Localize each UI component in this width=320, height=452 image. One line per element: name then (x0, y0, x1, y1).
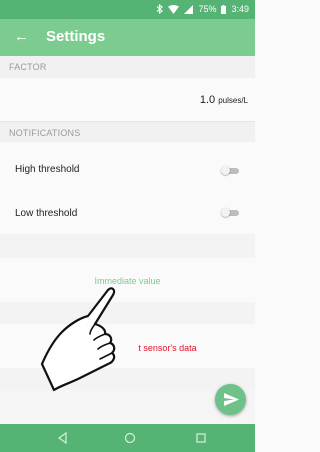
cell-signal-icon (184, 4, 194, 14)
factor-value: 1.0 pulses/L (200, 94, 248, 106)
toggle-thumb (221, 166, 230, 175)
triangle-back-icon[interactable] (55, 430, 71, 446)
status-bar: 75% 3:49 (0, 0, 255, 19)
high-threshold-toggle[interactable] (221, 166, 240, 175)
battery-icon (221, 4, 227, 14)
pointing-hand-icon (40, 287, 116, 392)
toggle-thumb (221, 208, 230, 217)
back-arrow-icon[interactable]: ← (14, 28, 29, 45)
send-fab-button[interactable] (215, 384, 246, 415)
factor-row[interactable]: 1.0 pulses/L (0, 78, 255, 122)
high-threshold-label: High threshold (15, 164, 80, 175)
bluetooth-icon (157, 4, 164, 14)
low-threshold-label: Low threshold (15, 208, 78, 219)
page-title: Settings (46, 28, 106, 45)
status-time: 3:49 (231, 4, 249, 14)
factor-unit: pulses/L (218, 96, 248, 105)
wifi-icon (168, 4, 180, 14)
factor-section-header: FACTOR (0, 56, 255, 78)
battery-percent: 75% (198, 4, 217, 14)
factor-header-label: FACTOR (9, 62, 47, 72)
notifications-section-header: NOTIFICATIONS (0, 122, 255, 142)
app-bar: ← Settings (0, 19, 255, 56)
spacer-row (0, 234, 255, 259)
send-icon (224, 393, 239, 406)
factor-number: 1.0 (199, 94, 216, 106)
circle-home-icon[interactable] (122, 430, 138, 446)
low-threshold-row[interactable]: Low threshold (0, 190, 255, 235)
notifications-header-label: NOTIFICATIONS (9, 128, 81, 138)
square-recents-icon[interactable] (193, 430, 209, 446)
high-threshold-row[interactable]: High threshold (0, 142, 255, 191)
system-nav-bar (0, 424, 255, 452)
low-threshold-toggle[interactable] (221, 208, 240, 217)
